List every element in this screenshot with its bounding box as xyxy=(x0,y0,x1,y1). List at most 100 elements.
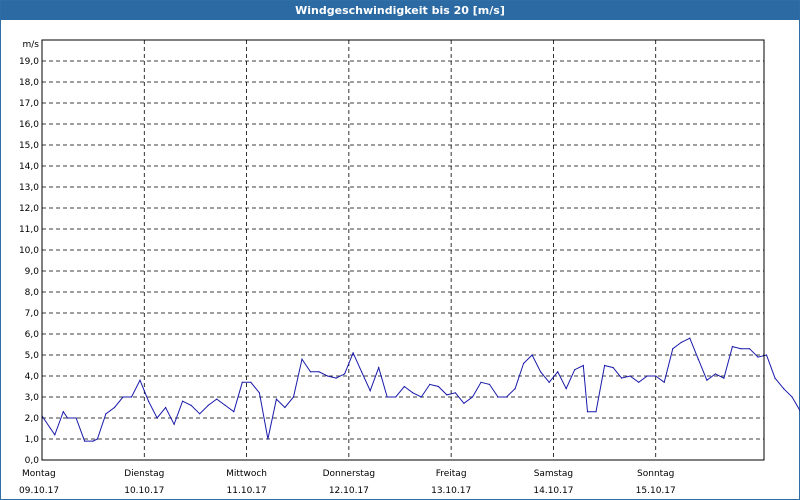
data-point xyxy=(497,396,499,398)
data-point xyxy=(565,388,567,390)
data-point xyxy=(748,348,751,350)
data-point xyxy=(429,383,431,385)
data-point xyxy=(412,392,414,394)
data-point xyxy=(258,392,260,394)
data-point xyxy=(629,375,631,377)
data-point xyxy=(318,371,320,373)
data-point xyxy=(292,396,295,398)
x-day-label: Freitag xyxy=(436,469,467,479)
data-point xyxy=(531,354,533,356)
data-point xyxy=(655,375,657,377)
x-day-label: Donnerstag xyxy=(323,469,376,479)
y-tick-label: 11,0 xyxy=(19,225,39,235)
data-point xyxy=(395,396,397,398)
data-point xyxy=(757,356,759,358)
data-point xyxy=(309,371,312,373)
data-point xyxy=(84,440,86,442)
data-point xyxy=(275,398,277,400)
y-tick-label: 8,0 xyxy=(25,288,40,298)
data-point xyxy=(774,377,776,379)
data-point xyxy=(62,411,64,413)
y-axis-unit-label: m/s xyxy=(23,40,40,50)
data-point xyxy=(604,364,606,367)
data-point xyxy=(680,341,682,343)
data-point xyxy=(182,400,184,402)
data-point xyxy=(514,388,516,390)
y-tick-label: 2,0 xyxy=(25,414,40,424)
data-point xyxy=(165,406,167,409)
data-point xyxy=(75,417,77,419)
data-point xyxy=(420,396,422,398)
data-point xyxy=(574,369,576,371)
data-point xyxy=(672,348,674,350)
data-point xyxy=(139,379,141,381)
y-tick-label: 13,0 xyxy=(19,183,39,193)
y-tick-label: 5,0 xyxy=(25,351,40,361)
x-day-label: Mittwoch xyxy=(226,469,267,479)
data-point xyxy=(369,390,371,392)
series-line xyxy=(41,337,800,442)
y-tick-label: 7,0 xyxy=(25,309,40,319)
data-point xyxy=(224,404,226,406)
data-point xyxy=(403,385,405,388)
data-point xyxy=(386,396,388,398)
y-tick-label: 9,0 xyxy=(25,267,40,277)
data-point xyxy=(697,358,699,360)
data-point xyxy=(190,404,192,406)
data-point xyxy=(646,375,648,377)
data-point xyxy=(791,396,793,398)
data-point xyxy=(783,388,785,390)
data-point xyxy=(147,400,150,402)
x-date-label: 11.10.17 xyxy=(227,486,267,496)
data-point xyxy=(454,392,456,394)
data-point xyxy=(463,402,465,404)
data-point xyxy=(471,396,474,398)
x-day-label: Montag xyxy=(22,469,56,479)
data-point xyxy=(557,371,559,373)
data-point xyxy=(156,417,158,419)
data-point xyxy=(706,379,708,381)
data-point xyxy=(714,373,717,375)
grid-lines xyxy=(42,40,764,460)
data-point xyxy=(199,413,201,415)
data-point xyxy=(49,427,52,430)
y-tick-label: 1,0 xyxy=(25,435,40,445)
x-tick-labels: Montag 09.10.17 Dienstag 10.10.17 Mittwoch 11… xyxy=(19,469,676,496)
data-point xyxy=(361,371,363,373)
data-point xyxy=(765,354,768,356)
data-point xyxy=(740,348,742,350)
data-point xyxy=(267,438,269,440)
data-point xyxy=(335,377,337,379)
y-tick-label: 19,0 xyxy=(19,57,39,67)
data-point xyxy=(548,381,550,383)
data-point xyxy=(301,358,303,360)
x-date-label: 10.10.17 xyxy=(124,486,164,496)
y-tick-label: 18,0 xyxy=(19,78,39,88)
data-point xyxy=(595,411,597,413)
data-point xyxy=(130,396,133,398)
data-point xyxy=(689,337,691,339)
y-tick-label: 17,0 xyxy=(19,99,39,109)
wind-speed-chart: m/s 0,0 1,0 2,0 3,0 4,0 5,0 6,0 7,0 8,0 9,0 10,0 11… xyxy=(19,39,800,496)
x-date-label: 14.10.17 xyxy=(533,486,573,496)
data-point xyxy=(284,406,286,409)
y-tick-label: 3,0 xyxy=(25,393,40,403)
y-tick-label: 10,0 xyxy=(19,246,39,256)
data-point xyxy=(488,383,491,385)
data-point xyxy=(586,411,589,413)
data-point xyxy=(378,367,380,369)
data-point xyxy=(437,385,439,388)
data-point xyxy=(216,398,218,400)
y-tick-label: 14,0 xyxy=(19,162,39,172)
data-point xyxy=(207,404,209,406)
data-point xyxy=(96,438,98,440)
data-point xyxy=(663,381,665,383)
data-point xyxy=(122,396,124,398)
x-day-label: Dienstag xyxy=(124,469,164,479)
y-tick-label: 0,0 xyxy=(25,456,40,466)
data-point xyxy=(54,434,56,436)
x-date-label: 09.10.17 xyxy=(19,486,59,496)
data-point xyxy=(105,413,107,415)
data-point xyxy=(731,346,734,348)
data-point xyxy=(612,367,614,369)
